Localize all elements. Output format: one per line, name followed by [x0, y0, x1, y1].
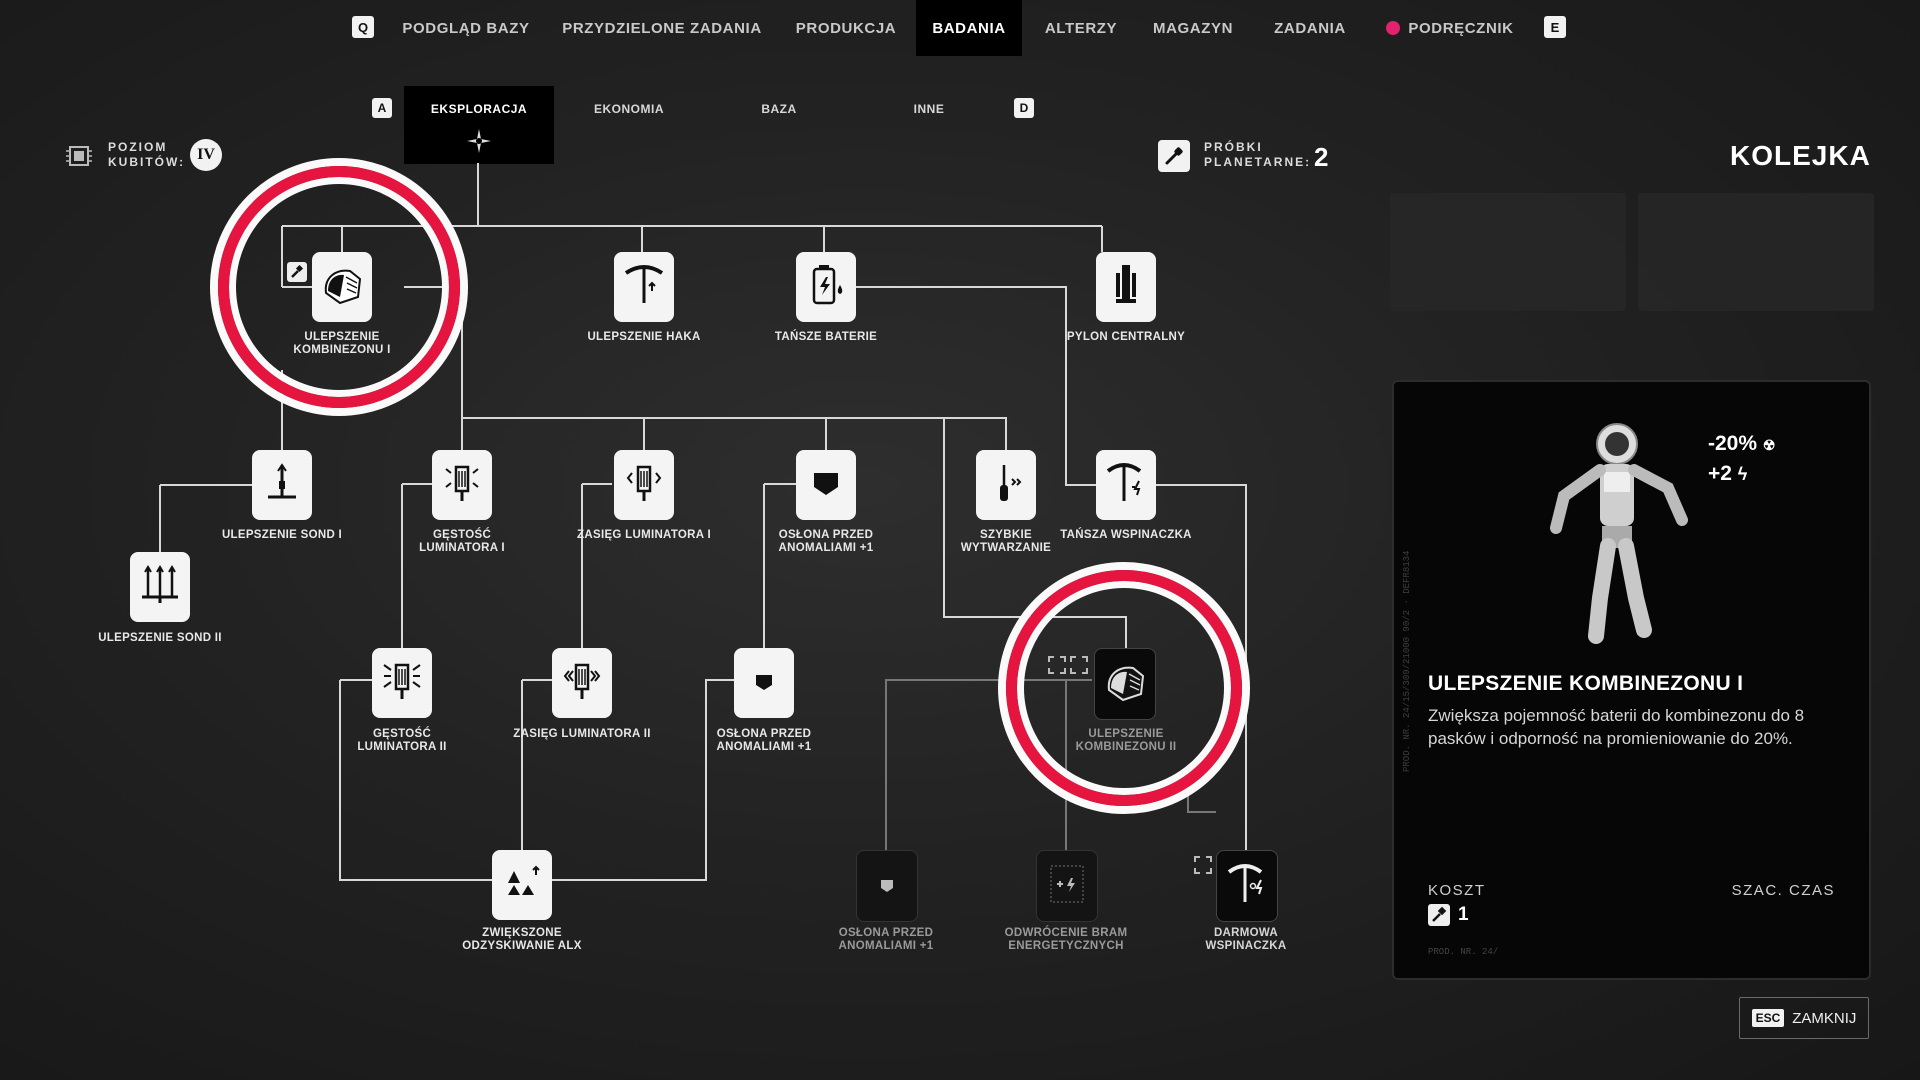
node-label: OSŁONA PRZED ANOMALIAMI +1 — [716, 728, 812, 753]
research-node-cheaper-batteries[interactable] — [796, 252, 856, 322]
probe-icon — [260, 461, 304, 510]
research-node-luminator-density-1[interactable] — [432, 450, 492, 520]
cost-label: KOSZT — [1428, 882, 1486, 899]
battery-icon — [804, 263, 848, 312]
queue-slot[interactable] — [1390, 193, 1626, 311]
research-node-alx-recovery[interactable] — [492, 850, 552, 920]
node-label: ZWIĘKSZONE ODZYSKIWANIE ALX — [462, 927, 582, 952]
luminator-density-icon — [440, 461, 484, 510]
selected-node-highlight — [1006, 570, 1242, 806]
pickaxe-free-icon — [1225, 862, 1269, 911]
node-label: ULEPSZENIE SOND II — [98, 632, 222, 644]
node-label: PYLON CENTRALNY — [1066, 331, 1186, 343]
luminator-range-icon — [560, 659, 604, 708]
selected-node-highlight — [218, 166, 460, 408]
research-node-energy-gate-reversal[interactable] — [1036, 850, 1098, 922]
node-label: ODWRÓCENIE BRAM ENERGETYCZNYCH — [1004, 927, 1128, 952]
research-node-luminator-density-2[interactable] — [372, 648, 432, 718]
planetary-sample-icon — [1428, 904, 1450, 926]
close-button-label: ZAMKNIJ — [1792, 1009, 1857, 1027]
shield-icon — [865, 862, 909, 911]
research-node-anomaly-shield-1[interactable] — [796, 450, 856, 520]
radiation-icon: ☢ — [1762, 437, 1776, 453]
pickaxe-icon — [622, 263, 666, 312]
alx-recovery-icon — [500, 861, 544, 910]
battery-stat: +2 ϟ — [1708, 462, 1748, 485]
energy-gate-icon — [1045, 862, 1089, 911]
node-label: TAŃSZE BATERIE — [774, 331, 878, 343]
research-node-anomaly-shield-3[interactable] — [856, 850, 918, 922]
esc-key: ESC — [1751, 1009, 1785, 1027]
queue-title: KOLEJKA — [1730, 140, 1871, 171]
pylon-icon — [1104, 263, 1148, 312]
node-label: OSŁONA PRZED ANOMALIAMI +1 — [778, 529, 874, 554]
research-node-probe-upgrade-2[interactable] — [130, 552, 190, 622]
screwdriver-icon — [984, 461, 1028, 510]
research-node-luminator-range-1[interactable] — [614, 450, 674, 520]
shield-icon — [804, 461, 848, 510]
estimated-time-label: SZAC. CZAS — [1731, 882, 1835, 899]
close-button[interactable]: ESC ZAMKNIJ — [1739, 997, 1869, 1039]
research-title: ULEPSZENIE KOMBINEZONU I — [1428, 672, 1744, 695]
card-serial-text: PROD. NR. 24/15/309/21000 90/2 · DEFR813… — [1402, 550, 1412, 772]
research-node-anomaly-shield-2[interactable] — [734, 648, 794, 718]
research-node-hook-upgrade[interactable] — [614, 252, 674, 322]
research-node-probe-upgrade-1[interactable] — [252, 450, 312, 520]
research-node-luminator-range-2[interactable] — [552, 648, 612, 718]
node-label: TAŃSZA WSPINACZKA — [1060, 529, 1192, 541]
lightning-icon: ϟ — [1737, 464, 1748, 484]
node-label: GĘSTOŚĆ LUMINATORA I — [419, 529, 505, 554]
queue-slot[interactable] — [1638, 193, 1874, 311]
research-node-fast-crafting[interactable] — [976, 450, 1036, 520]
node-label: GĘSTOŚĆ LUMINATORA II — [357, 728, 447, 753]
shield-icon — [742, 659, 786, 708]
research-description: Zwiększa pojemność baterii do kombinezon… — [1428, 706, 1805, 748]
research-node-central-pylon[interactable] — [1096, 252, 1156, 322]
astronaut-suit-image — [1542, 418, 1692, 648]
triple-probe-icon — [138, 563, 182, 612]
node-label: ZASIĘG LUMINATORA II — [513, 728, 651, 740]
node-label: ZASIĘG LUMINATORA I — [577, 529, 711, 541]
research-node-free-climbing[interactable] — [1216, 850, 1278, 922]
research-detail-card: PROD. NR. 24/15/309/21000 90/2 · DEFR813… — [1392, 380, 1871, 980]
node-label: OSŁONA PRZED ANOMALIAMI +1 — [838, 927, 934, 952]
node-label: SZYBKIE WYTWARZANIE — [960, 529, 1052, 554]
node-label: ULEPSZENIE HAKA — [587, 331, 701, 343]
luminator-density-icon — [380, 659, 424, 708]
cost-value: 1 — [1428, 904, 1469, 926]
node-label: ULEPSZENIE SOND I — [221, 529, 343, 541]
empty-slot-icon — [1194, 856, 1212, 874]
radiation-stat: -20% ☢ — [1708, 432, 1776, 455]
node-label: DARMOWA WSPINACZKA — [1205, 927, 1287, 952]
research-node-cheaper-climbing[interactable] — [1096, 450, 1156, 520]
card-footer-text: PROD. NR. 24/ — [1428, 947, 1499, 957]
luminator-range-icon — [622, 461, 666, 510]
pickaxe-cheap-icon — [1104, 461, 1148, 510]
